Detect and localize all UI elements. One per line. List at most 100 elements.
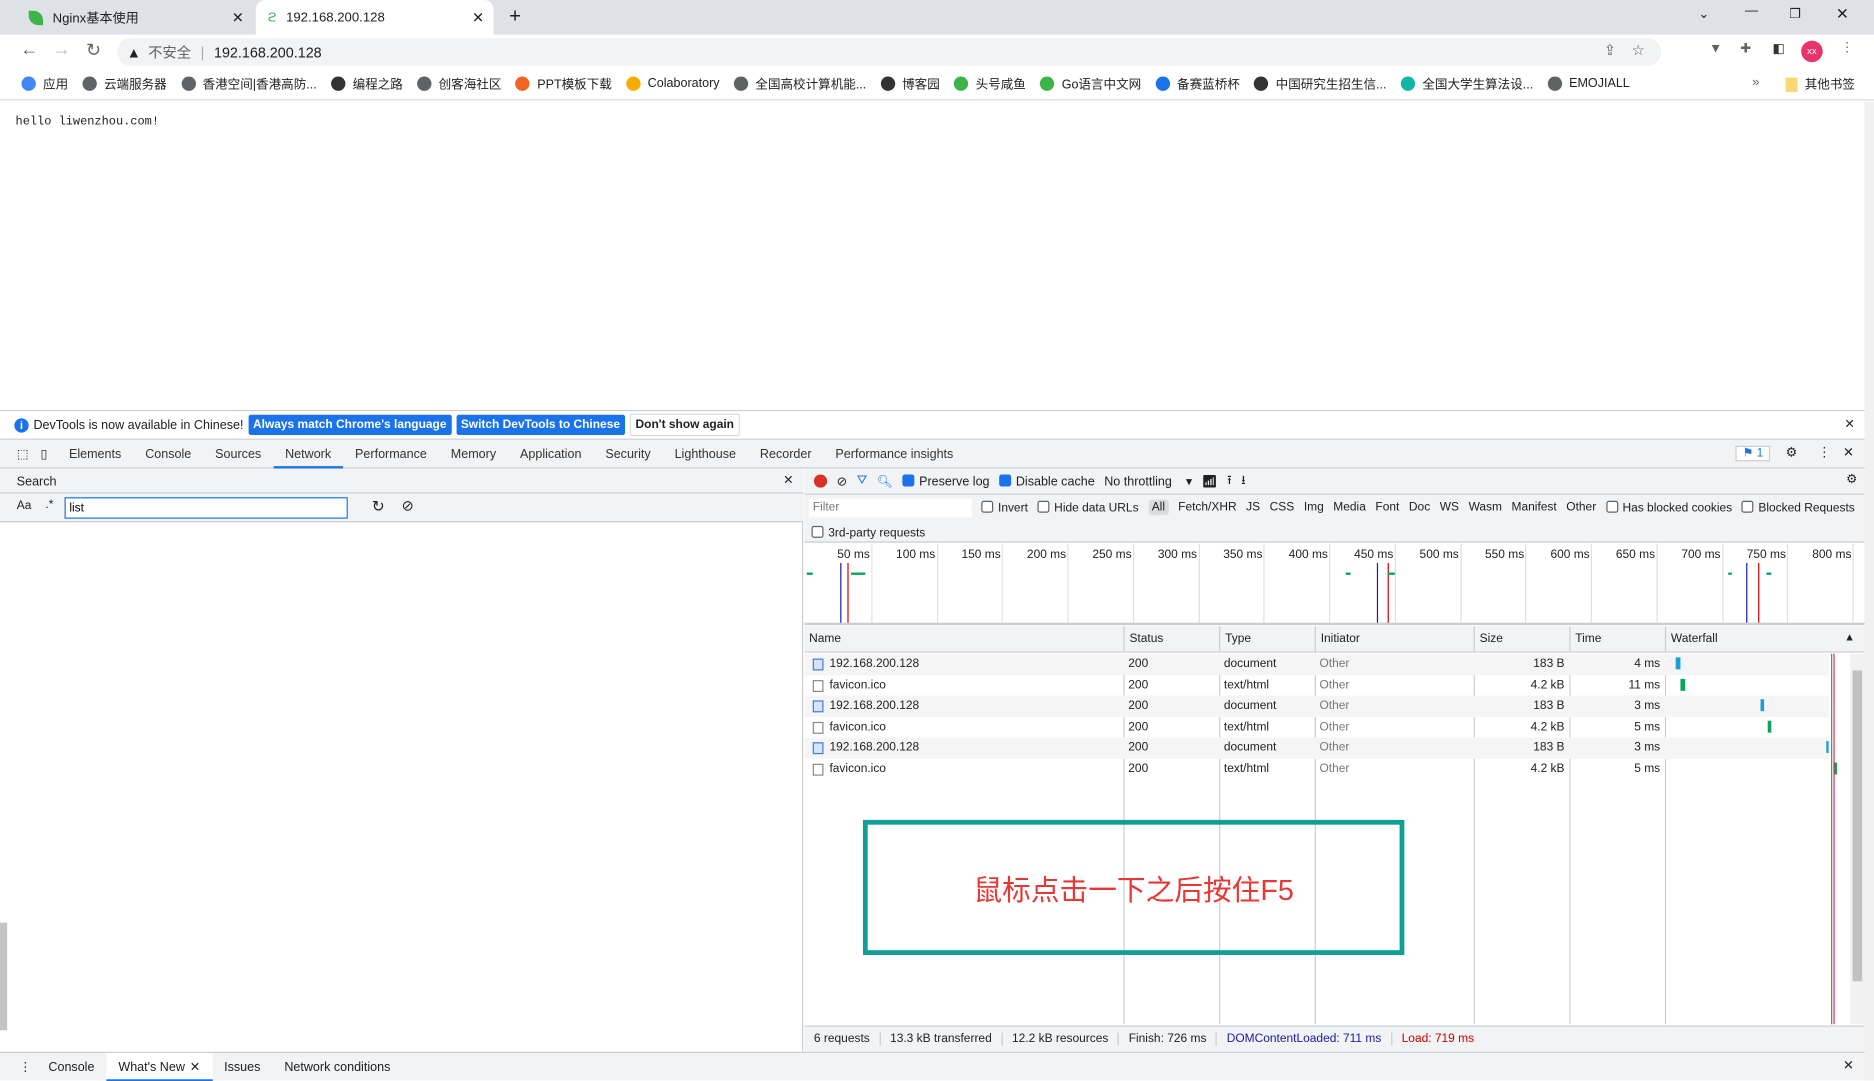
drawer-tab-issues[interactable]: Issues [212, 1052, 272, 1081]
tab-sources[interactable]: Sources [203, 439, 273, 468]
menu-icon[interactable]: ⋮ [1841, 39, 1854, 55]
bookmark-item[interactable]: PPT模板下载 [515, 75, 612, 93]
filter-type-manifest[interactable]: Manifest [1512, 501, 1557, 514]
settings-icon[interactable]: ⚙ [1786, 445, 1798, 460]
tab-elements[interactable]: Elements [57, 439, 133, 468]
disable-cache-checkbox[interactable]: Disable cache [999, 473, 1095, 488]
filter-type-js[interactable]: JS [1246, 501, 1260, 514]
security-label[interactable]: 不安全 [148, 42, 191, 62]
close-drawer-icon[interactable]: ✕ [1843, 1058, 1854, 1073]
network-overview[interactable]: 50 ms 100 ms 150 ms 200 ms 250 ms 300 ms 350 m… [804, 543, 1865, 626]
clear-icon[interactable]: ⊘ [402, 497, 414, 514]
url-text[interactable]: 192.168.200.128 [214, 44, 322, 61]
record-icon[interactable] [813, 474, 828, 488]
match-language-button[interactable]: Always match Chrome's language [248, 414, 452, 436]
new-tab-icon[interactable]: + [509, 5, 521, 29]
filter-type-all[interactable]: All [1148, 499, 1169, 516]
table-row[interactable]: 192.168.200.128 200 document Other 183 B 3 ms [804, 695, 1829, 717]
drawer-tab-network-conditions[interactable]: Network conditions [272, 1052, 402, 1081]
filter-type-fetch-xhr[interactable]: Fetch/XHR [1178, 501, 1236, 514]
panel-scrollbar[interactable] [0, 922, 8, 1031]
tab-performance[interactable]: Performance [343, 439, 439, 468]
browser-tab-active[interactable]: ϩ 192.168.200.128 ✕ [255, 0, 494, 35]
tab-memory[interactable]: Memory [439, 439, 508, 468]
throttling-select[interactable]: No throttling ▾ [1104, 474, 1192, 488]
close-search-icon[interactable]: ✕ [783, 473, 794, 487]
other-bookmarks[interactable]: 其他书签 [1785, 75, 1855, 93]
bookmark-item[interactable]: 香港空间|香港高防... [181, 75, 317, 93]
bookmark-item[interactable]: 全国大学生算法设... [1400, 75, 1533, 93]
close-devtools-icon[interactable]: ✕ [1843, 445, 1854, 460]
issues-badge[interactable]: ⚑ 1 [1735, 445, 1771, 462]
close-tab-icon[interactable]: ✕ [232, 9, 244, 26]
bookmark-item[interactable]: 备赛蓝桥杯 [1155, 75, 1240, 93]
browser-tab-nginx[interactable]: Nginx基本使用 ✕ [17, 0, 254, 35]
device-toolbar-icon[interactable]: ▯ [41, 446, 48, 460]
minimize-icon[interactable]: — [1745, 4, 1758, 18]
tab-console[interactable]: Console [133, 439, 203, 468]
sort-ascending-icon[interactable]: ▲ [1844, 631, 1855, 643]
hide-data-urls-checkbox[interactable]: Hide data URLs [1037, 500, 1139, 515]
bookmark-item[interactable]: EMOJIALL [1547, 76, 1630, 91]
invert-checkbox[interactable]: Invert [981, 500, 1028, 515]
column-header-waterfall[interactable]: Waterfall [1664, 626, 1865, 652]
table-row[interactable]: favicon.ico 200 text/html Other 4.2 kB 5 ms [804, 717, 1828, 738]
filter-type-css[interactable]: CSS [1270, 501, 1295, 514]
close-window-icon[interactable]: ✕ [1836, 5, 1849, 24]
column-header-type[interactable]: Type [1219, 626, 1315, 652]
forward-icon[interactable]: → [53, 39, 71, 59]
search-input[interactable] [64, 497, 348, 519]
more-options-icon[interactable]: ⋮ [1818, 445, 1831, 460]
tab-search-chevron-icon[interactable]: ⌄ [1698, 6, 1709, 21]
import-har-icon[interactable]: ⭱ [1227, 470, 1231, 492]
avatar[interactable]: xx [1801, 40, 1823, 63]
close-tab-icon[interactable]: ✕ [190, 1060, 201, 1074]
bookmark-item[interactable]: Go语言中文网 [1040, 75, 1141, 93]
export-har-icon[interactable]: ⭳ [1241, 470, 1245, 492]
filter-type-media[interactable]: Media [1333, 501, 1366, 514]
table-row[interactable]: favicon.ico 200 text/html Other 4.2 kB 5 ms [804, 759, 1838, 780]
table-scrollbar[interactable] [1850, 653, 1865, 1025]
regex-button[interactable]: .* [45, 498, 53, 511]
page-scrollbar[interactable] [1864, 101, 1874, 1081]
tab-application[interactable]: Application [508, 439, 593, 468]
filter-type-wasm[interactable]: Wasm [1469, 501, 1502, 514]
filter-type-font[interactable]: Font [1375, 501, 1399, 514]
table-row[interactable]: 192.168.200.128 200 document Other 183 B 3 ms [804, 737, 1829, 759]
blocked-requests-checkbox[interactable]: Blocked Requests [1741, 500, 1855, 515]
drawer-tab-console[interactable]: Console [36, 1052, 106, 1081]
column-header-name[interactable]: Name [804, 626, 1123, 651]
column-header-time[interactable]: Time [1569, 626, 1665, 652]
third-party-checkbox[interactable]: 3rd-party requests [811, 525, 925, 540]
filter-input[interactable]: Filter [809, 497, 972, 517]
back-icon[interactable]: ← [20, 39, 38, 59]
column-header-initiator[interactable]: Initiator [1314, 626, 1474, 652]
refresh-icon[interactable]: ↻ [372, 497, 385, 516]
extension-icon[interactable]: ▼ [1709, 42, 1722, 56]
clear-log-icon[interactable]: ⊘ [837, 474, 848, 488]
filter-type-other[interactable]: Other [1566, 501, 1596, 514]
bookmark-item[interactable]: 全国高校计算机能... [733, 75, 866, 93]
tab-lighthouse[interactable]: Lighthouse [663, 439, 748, 468]
bookmark-item[interactable]: 应用 [21, 75, 68, 93]
dont-show-again-button[interactable]: Don't show again [629, 413, 740, 437]
bookmark-item[interactable]: 云端服务器 [82, 75, 167, 93]
drawer-tab-what-s-new[interactable]: What's New ✕ [106, 1052, 213, 1081]
more-bookmarks-icon[interactable]: » [1752, 75, 1759, 89]
filter-type-doc[interactable]: Doc [1409, 501, 1430, 514]
side-panel-icon[interactable]: ◧ [1772, 41, 1784, 56]
filter-icon[interactable]: ⛛ [857, 473, 868, 489]
inspect-element-icon[interactable]: ⬚ [17, 446, 29, 460]
switch-chinese-button[interactable]: Switch DevTools to Chinese [456, 414, 625, 436]
restore-icon[interactable]: ❐ [1789, 6, 1801, 21]
match-case-button[interactable]: Aa [17, 500, 32, 513]
table-row[interactable]: 192.168.200.128 200 document Other 183 B 4 ms [804, 653, 1829, 675]
bookmark-item[interactable]: 博客园 [880, 75, 940, 93]
tab-performance-insights[interactable]: Performance insights [823, 439, 965, 468]
tab-recorder[interactable]: Recorder [748, 439, 824, 468]
bookmark-item[interactable]: 中国研究生招生信... [1254, 75, 1387, 93]
share-icon[interactable]: ⇪ [1604, 42, 1616, 59]
bookmark-item[interactable]: 头号咸鱼 [954, 75, 1026, 93]
filter-type-img[interactable]: Img [1304, 501, 1324, 514]
close-tab-icon[interactable]: ✕ [472, 9, 484, 26]
